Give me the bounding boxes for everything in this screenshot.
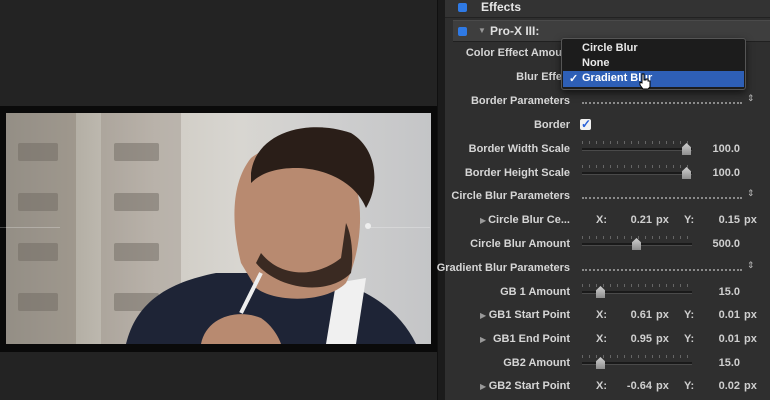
unit-label: px: [656, 380, 669, 392]
unit-label: px: [744, 309, 757, 321]
menu-item-circle-blur[interactable]: Circle Blur: [582, 42, 638, 54]
gb1-end-point-label: GB1 End Point: [493, 333, 570, 345]
circle-blur-amount-label: Circle Blur Amount: [470, 238, 570, 250]
x-label: X:: [596, 333, 607, 345]
border-width-scale-knob[interactable]: [682, 143, 691, 155]
video-frame-image[interactable]: [6, 113, 431, 344]
unit-label: px: [656, 309, 669, 321]
y-label: Y:: [684, 309, 695, 321]
checkmark-icon: ✓: [569, 73, 579, 85]
menu-item-none[interactable]: None: [582, 57, 610, 69]
disclosure-right-icon[interactable]: ▶: [480, 216, 486, 225]
gb2-amount-knob[interactable]: [596, 357, 605, 369]
gb2-start-point-y[interactable]: 0.02: [719, 380, 740, 392]
blur-effect-menu: Circle Blur None ✓ Gradient Blur: [561, 38, 746, 90]
y-label: Y:: [684, 333, 695, 345]
circle-blur-center-x[interactable]: 0.21: [631, 214, 652, 226]
gb1-start-point-y[interactable]: 0.01: [719, 309, 740, 321]
border-label: Border: [533, 119, 570, 131]
effects-header: Effects: [445, 0, 770, 18]
gradient-blur-parameters-label: Gradient Blur Parameters: [436, 262, 570, 274]
border-parameters-label: Border Parameters: [470, 95, 570, 107]
y-label: Y:: [684, 214, 695, 226]
gb1-amount-value[interactable]: 15.0: [719, 286, 740, 298]
effects-title: Effects: [481, 0, 522, 14]
border-parameters-popup[interactable]: [582, 102, 742, 104]
x-label: X:: [596, 309, 607, 321]
stepper-icon[interactable]: ⇕: [747, 261, 755, 270]
checkmark-icon: ✓: [581, 117, 592, 131]
circle-blur-amount-value[interactable]: 500.0: [712, 238, 740, 250]
disclosure-right-icon[interactable]: ▶: [480, 335, 486, 344]
border-width-scale-value[interactable]: 100.0: [712, 143, 740, 155]
gradient-blur-parameters-popup[interactable]: [582, 269, 742, 271]
gb2-start-point-label: GB2 Start Point: [488, 380, 570, 392]
stepper-icon[interactable]: ⇕: [747, 94, 755, 103]
y-label: Y:: [684, 380, 695, 392]
unit-label: px: [656, 333, 669, 345]
gb2-amount-label: GB2 Amount: [503, 357, 570, 369]
disclosure-right-icon[interactable]: ▶: [480, 382, 486, 391]
blur-effect-label: Blur Effe: [516, 71, 562, 83]
x-label: X:: [596, 214, 607, 226]
disclosure-down-icon[interactable]: ▼: [478, 26, 486, 35]
hand-pointer-icon: [639, 73, 651, 90]
border-height-scale-slider[interactable]: [582, 172, 692, 175]
circle-blur-parameters-label: Circle Blur Parameters: [451, 190, 570, 202]
effects-enable-checkbox[interactable]: [458, 3, 467, 12]
gb1-amount-knob[interactable]: [596, 286, 605, 298]
unit-label: px: [656, 214, 669, 226]
disclosure-right-icon[interactable]: ▶: [480, 311, 486, 320]
gb1-end-point-x[interactable]: 0.95: [631, 333, 652, 345]
gb2-amount-value[interactable]: 15.0: [719, 357, 740, 369]
circle-blur-amount-knob[interactable]: [632, 238, 641, 250]
overlay-guide-line: [370, 227, 430, 228]
border-height-scale-label: Border Height Scale: [464, 167, 570, 179]
pro-x-title: Pro-X III:: [490, 24, 540, 38]
slider-ticks: [582, 165, 692, 168]
stepper-icon[interactable]: ⇕: [747, 189, 755, 198]
slider-ticks: [582, 141, 692, 144]
unit-label: px: [744, 333, 757, 345]
unit-label: px: [744, 380, 757, 392]
border-height-scale-knob[interactable]: [682, 167, 691, 179]
circle-blur-parameters-popup[interactable]: [582, 197, 742, 199]
gb1-start-point-x[interactable]: 0.61: [631, 309, 652, 321]
person-figure: [126, 127, 416, 344]
overlay-guide-line: [0, 227, 60, 228]
gb1-end-point-y[interactable]: 0.01: [719, 333, 740, 345]
gb2-start-point-x[interactable]: -0.64: [627, 380, 652, 392]
border-width-scale-slider[interactable]: [582, 148, 692, 151]
slider-ticks: [582, 284, 692, 287]
slider-ticks: [582, 355, 692, 358]
x-label: X:: [596, 380, 607, 392]
color-effect-amount-label: Color Effect Amou: [465, 47, 562, 59]
gb1-amount-label: GB 1 Amount: [500, 286, 570, 298]
gb1-start-point-label: GB1 Start Point: [488, 309, 570, 321]
unit-label: px: [744, 214, 757, 226]
border-checkbox[interactable]: ✓: [580, 117, 592, 131]
border-width-scale-label: Border Width Scale: [468, 143, 570, 155]
circle-blur-center-y[interactable]: 0.15: [719, 214, 740, 226]
circle-blur-center-label: Circle Blur Ce...: [488, 214, 570, 226]
pro-x-enable-checkbox[interactable]: [458, 27, 467, 36]
border-height-scale-value[interactable]: 100.0: [712, 167, 740, 179]
